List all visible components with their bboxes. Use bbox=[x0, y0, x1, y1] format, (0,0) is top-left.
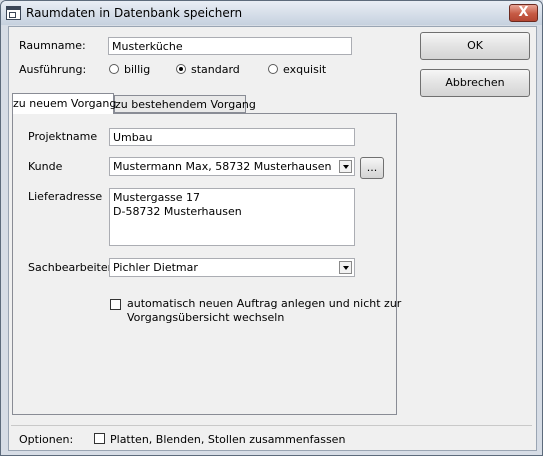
auto-auftrag-line-2: Vorgangsübersicht wechseln bbox=[127, 311, 285, 324]
lieferadresse-line-1: Mustergasse 17 bbox=[113, 191, 201, 204]
form-icon bbox=[6, 6, 21, 20]
kunde-value: Mustermann Max, 58732 Musterhausen bbox=[113, 160, 332, 173]
sachbearbeiter-combobox[interactable]: Pichler Dietmar bbox=[109, 258, 355, 277]
projektname-input[interactable]: Umbau bbox=[109, 128, 355, 146]
kunde-label: Kunde bbox=[28, 160, 63, 173]
title-bar[interactable]: Raumdaten in Datenbank speichern X bbox=[1, 1, 542, 25]
ausfuehrung-label: Ausführung: bbox=[19, 63, 87, 76]
projektname-label: Projektname bbox=[28, 130, 98, 143]
raumname-input[interactable]: Musterküche bbox=[108, 37, 352, 55]
lieferadresse-line-2: D-58732 Musterhausen bbox=[113, 205, 242, 218]
cancel-button[interactable]: Abbrechen bbox=[420, 69, 530, 97]
lieferadresse-textarea[interactable]: Mustergasse 17 D-58732 Musterhausen bbox=[109, 188, 355, 246]
optionen-label: Optionen: bbox=[19, 433, 74, 446]
radio-exquisit[interactable] bbox=[268, 64, 278, 74]
tab-neuer-vorgang[interactable]: zu neuem Vorgang bbox=[12, 93, 116, 114]
close-button[interactable]: X bbox=[509, 4, 538, 22]
radio-billig[interactable] bbox=[109, 64, 119, 74]
auto-auftrag-label[interactable]: automatisch neuen Auftrag anlegen und ni… bbox=[127, 297, 401, 325]
chevron-down-icon[interactable] bbox=[339, 160, 352, 173]
lieferadresse-label: Lieferadresse bbox=[28, 190, 103, 203]
radio-exquisit-label[interactable]: exquisit bbox=[283, 63, 326, 76]
dialog-window: Raumdaten in Datenbank speichern X Raumn… bbox=[0, 0, 543, 456]
dialog-body: Raumname: Musterküche Ausführung: billig… bbox=[8, 26, 537, 451]
auto-auftrag-line-1: automatisch neuen Auftrag anlegen und ni… bbox=[127, 297, 402, 310]
kunde-browse-button[interactable]: ... bbox=[360, 157, 384, 179]
radio-standard-label[interactable]: standard bbox=[191, 63, 240, 76]
chevron-down-icon[interactable] bbox=[339, 261, 352, 274]
radio-billig-label[interactable]: billig bbox=[124, 63, 150, 76]
tab-bestehender-vorgang[interactable]: zu bestehendem Vorgang bbox=[114, 95, 256, 113]
auto-auftrag-checkbox[interactable] bbox=[110, 299, 121, 310]
window-title: Raumdaten in Datenbank speichern bbox=[26, 6, 243, 20]
kunde-combobox[interactable]: Mustermann Max, 58732 Musterhausen bbox=[109, 157, 355, 176]
separator bbox=[11, 425, 532, 426]
sachbearbeiter-label: Sachbearbeiter bbox=[28, 261, 113, 274]
optionen-checkbox-label[interactable]: Platten, Blenden, Stollen zusammenfassen bbox=[110, 433, 345, 446]
tab-panel-neuer-vorgang: Projektname Umbau Kunde Mustermann Max, … bbox=[12, 113, 401, 415]
raumname-label: Raumname: bbox=[19, 39, 86, 52]
ok-button[interactable]: OK bbox=[420, 32, 530, 60]
optionen-checkbox[interactable] bbox=[94, 433, 105, 444]
sachbearbeiter-value: Pichler Dietmar bbox=[113, 261, 198, 274]
radio-standard[interactable] bbox=[176, 64, 186, 74]
